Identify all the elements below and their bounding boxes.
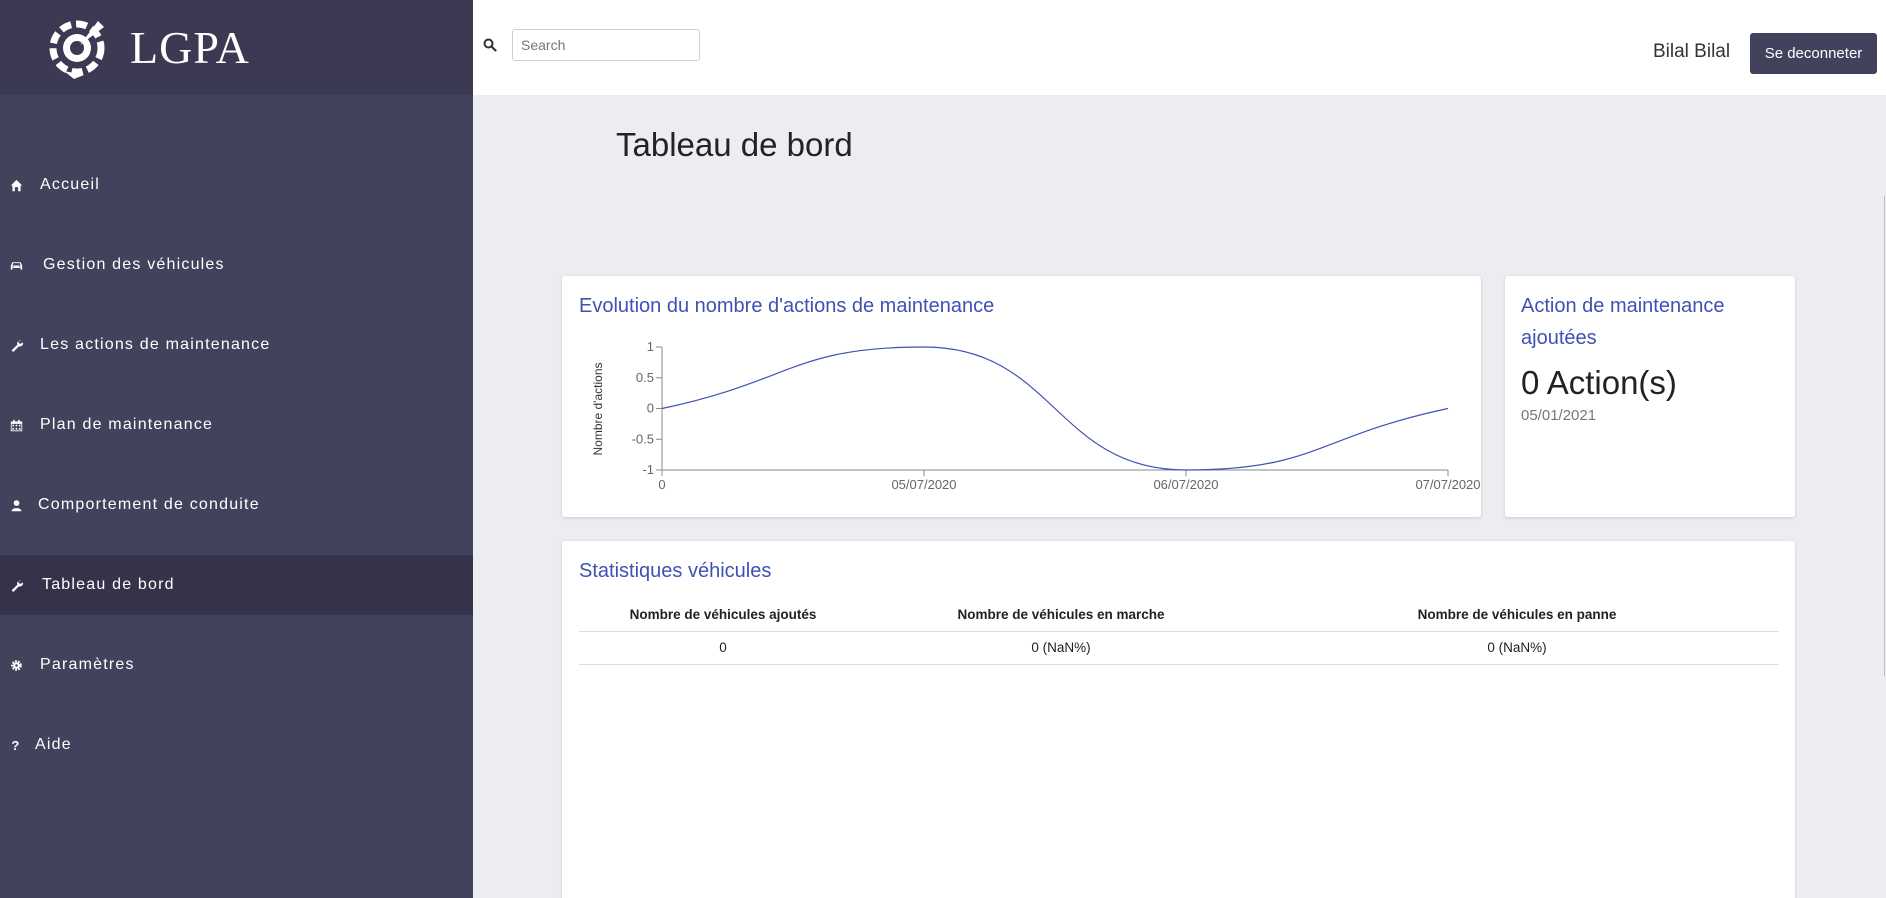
column-header: Nombre de véhicules en panne: [1255, 598, 1779, 632]
action-card: Action de maintenance ajoutées 0 Action(…: [1505, 276, 1795, 517]
scrollbar[interactable]: [1884, 196, 1885, 676]
y-tick-label: 0.5: [636, 370, 654, 385]
topbar: Bilal Bilal Se deconneter: [473, 0, 1886, 95]
sidebar-item-label: Accueil: [40, 176, 100, 193]
table-header-row: Nombre de véhicules ajoutés Nombre de vé…: [579, 598, 1779, 632]
sidebar-item-actions[interactable]: Les actions de maintenance: [0, 315, 473, 375]
search-icon[interactable]: [483, 38, 497, 52]
x-tick-label: 0: [658, 477, 665, 492]
column-header: Nombre de véhicules ajoutés: [579, 598, 867, 632]
calendar-icon: [8, 417, 24, 433]
stats-table: Nombre de véhicules ajoutés Nombre de vé…: [579, 598, 1779, 665]
search-input[interactable]: [512, 29, 700, 61]
home-icon: [8, 177, 24, 193]
sidebar-item-vehicules[interactable]: Gestion des véhicules: [0, 235, 473, 295]
stats-card-title: Statistiques véhicules: [579, 560, 772, 582]
stats-card: Statistiques véhicules Nombre de véhicul…: [562, 541, 1795, 898]
table-row: 0 0 (NaN%) 0 (NaN%): [579, 631, 1779, 665]
wrench-icon: [8, 337, 24, 353]
sidebar-item-label: Les actions de maintenance: [40, 336, 271, 353]
y-tick-label: 1: [647, 339, 654, 354]
sidebar-item-label: Tableau de bord: [42, 576, 175, 593]
wrench-icon: [8, 577, 24, 593]
table-cell: 0 (NaN%): [867, 631, 1255, 665]
chart-card: Evolution du nombre d'actions de mainten…: [562, 276, 1481, 517]
logout-button[interactable]: Se deconneter: [1750, 33, 1877, 74]
sidebar: LGPA Accueil Gestion des véhicules Les a…: [0, 0, 473, 898]
y-axis-label: Nombre d'actions: [591, 363, 605, 456]
sidebar-item-tableau[interactable]: Tableau de bord: [0, 555, 473, 615]
x-tick-label: 07/07/2020: [1415, 477, 1480, 492]
x-tick-label: 06/07/2020: [1153, 477, 1218, 492]
table-cell: 0: [579, 631, 867, 665]
action-date: 05/01/2021: [1521, 407, 1597, 424]
sidebar-item-label: Aide: [35, 736, 72, 753]
car-icon: [8, 257, 24, 273]
column-header: Nombre de véhicules en marche: [867, 598, 1255, 632]
sidebar-item-plan[interactable]: Plan de maintenance: [0, 395, 473, 455]
action-card-title: Action de maintenance ajoutées: [1521, 295, 1725, 349]
sidebar-item-label: Gestion des véhicules: [43, 256, 225, 273]
sidebar-item-aide[interactable]: ? Aide: [0, 715, 473, 775]
y-tick-label: -0.5: [632, 431, 654, 446]
sidebar-item-label: Comportement de conduite: [38, 496, 260, 513]
user-name: Bilal Bilal: [1653, 41, 1731, 62]
table-cell: 0 (NaN%): [1255, 631, 1779, 665]
line-chart: 1 0.5 0 -0.5 -1 0 05/07/2020 06/07/2020 07/07/20…: [591, 339, 1481, 492]
sidebar-item-parametres[interactable]: Paramètres: [0, 635, 473, 695]
logo-bar: LGPA: [0, 0, 473, 95]
question-icon: ?: [11, 737, 21, 753]
app-name: LGPA: [130, 22, 250, 73]
user-icon: [8, 497, 24, 513]
series-line: [661, 346, 1449, 471]
sidebar-item-label: Plan de maintenance: [40, 416, 214, 433]
y-tick-label: -1: [642, 462, 654, 477]
sidebar-nav: Accueil Gestion des véhicules Les action…: [0, 155, 473, 795]
gear-icon: [8, 657, 24, 673]
page-title: Tableau de bord: [616, 126, 853, 163]
logo-gear-icon: [49, 20, 105, 79]
y-tick-label: 0: [647, 401, 654, 416]
action-count: 0 Action(s): [1521, 364, 1677, 401]
sidebar-item-label: Paramètres: [40, 656, 135, 673]
sidebar-item-comportement[interactable]: Comportement de conduite: [0, 475, 473, 535]
sidebar-item-accueil[interactable]: Accueil: [0, 155, 473, 215]
x-tick-label: 05/07/2020: [891, 477, 956, 492]
